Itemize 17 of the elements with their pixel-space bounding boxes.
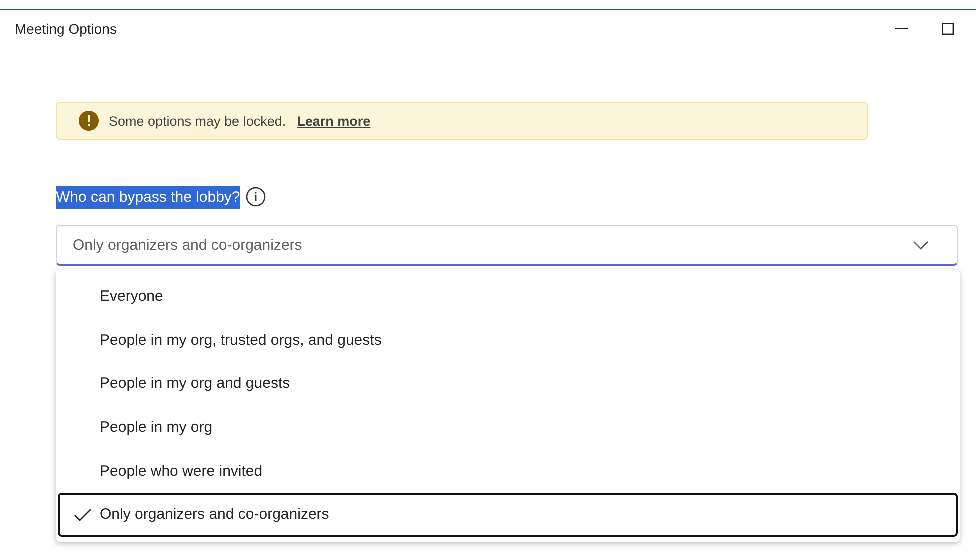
dropdown-option[interactable]: People in my org, trusted orgs, and guests xyxy=(58,318,958,362)
dropdown-option[interactable]: People who were invited xyxy=(58,449,958,493)
minimize-icon[interactable] xyxy=(895,28,908,30)
warning-text: Some options may be locked. xyxy=(109,114,286,128)
window-title: Meeting Options xyxy=(15,21,118,37)
lobby-dropdown[interactable]: Only organizers and co-organizers xyxy=(56,225,958,266)
chevron-icon xyxy=(913,240,929,250)
dropdown-option[interactable]: Only organizers and co-organizers xyxy=(58,492,958,537)
dropdown-option[interactable]: People in my org and guests xyxy=(58,362,958,406)
checkmark-icon xyxy=(74,508,92,522)
info-icon[interactable] xyxy=(246,187,266,207)
learn-more-link[interactable]: Learn more xyxy=(297,114,371,128)
maximize-icon[interactable] xyxy=(942,23,954,35)
setting-label: Who can bypass the lobby? xyxy=(56,186,240,208)
dropdown-option[interactable]: People in my org xyxy=(58,406,958,450)
dropdown-option[interactable]: Everyone xyxy=(58,275,958,319)
warning-icon xyxy=(79,111,99,131)
